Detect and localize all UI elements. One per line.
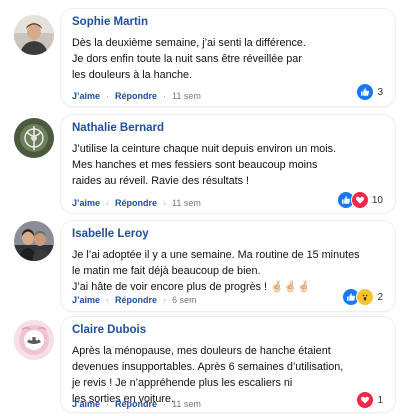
avatar-photo — [14, 221, 54, 261]
separator-dot: · — [163, 198, 167, 208]
heart-icon — [356, 391, 375, 409]
comment-text: Après la ménopause, mes douleurs de hanc… — [72, 345, 344, 405]
separator-dot: · — [106, 91, 110, 101]
reaction-count: 3 — [377, 86, 383, 98]
reply-button[interactable]: Répondre — [115, 295, 157, 305]
reaction-summary[interactable]: 1 — [356, 391, 383, 409]
comment-text: Dès la deuxième semaine, j’ai senti la d… — [72, 37, 306, 81]
comment-actions: J’aime · Répondre · 11 sem — [72, 198, 201, 208]
separator-dot: · — [106, 399, 110, 409]
timestamp: 6 sem — [172, 295, 197, 305]
comment-bubble: Sophie Martin Dès la deuxième semaine, j… — [61, 9, 395, 106]
reaction-count: 10 — [371, 194, 383, 206]
commenter-name[interactable]: Sophie Martin — [72, 16, 148, 28]
timestamp: 11 sem — [172, 91, 201, 101]
reaction-summary[interactable]: 3 — [356, 83, 383, 101]
reply-button[interactable]: Répondre — [115, 198, 157, 208]
avatar-photo — [14, 118, 54, 158]
like-button[interactable]: J’aime — [72, 295, 100, 305]
avatar-photo — [14, 320, 54, 360]
comment-bubble: Nathalie Bernard J’utilise la ceinture c… — [61, 115, 395, 213]
timestamp: 11 sem — [172, 399, 201, 409]
like-button[interactable]: J’aime — [72, 91, 100, 101]
commenter-name[interactable]: Isabelle Leroy — [72, 228, 149, 240]
separator-dot: · — [106, 198, 110, 208]
comment-actions: J’aime · Répondre · 11 sem — [72, 91, 201, 101]
comment-bubble: Isabelle Leroy Je l’ai adoptée il y a un… — [61, 221, 395, 311]
commenter-name[interactable]: Nathalie Bernard — [72, 122, 164, 134]
avatar-photo — [14, 15, 54, 55]
reaction-count: 2 — [377, 291, 383, 303]
like-button[interactable]: J’aime — [72, 399, 100, 409]
reply-button[interactable]: Répondre — [115, 399, 157, 409]
separator-dot: · — [163, 399, 167, 409]
reaction-summary[interactable]: 2 — [342, 288, 383, 306]
avatar[interactable] — [14, 320, 54, 360]
commenter-name[interactable]: Claire Dubois — [72, 324, 146, 336]
comment-actions: J’aime · Répondre · 6 sem — [72, 295, 197, 305]
wow-face-icon — [356, 288, 375, 306]
comment-bubble: Claire Dubois Après la ménopause, mes do… — [61, 317, 395, 412]
timestamp: 11 sem — [172, 198, 201, 208]
comment-actions: J’aime · Répondre · 11 sem — [72, 399, 201, 409]
comment-text: Je l’ai adoptée il y a une semaine. Ma r… — [72, 249, 360, 293]
thumbs-up-icon — [356, 83, 375, 101]
reaction-summary[interactable]: 10 — [336, 191, 383, 209]
avatar[interactable] — [14, 15, 54, 55]
separator-dot: · — [106, 295, 110, 305]
reply-button[interactable]: Répondre — [115, 91, 157, 101]
avatar[interactable] — [14, 221, 54, 261]
like-button[interactable]: J’aime — [72, 198, 100, 208]
avatar[interactable] — [14, 118, 54, 158]
comment-text: J’utilise la ceinture chaque nuit depuis… — [72, 143, 337, 187]
separator-dot: · — [163, 91, 167, 101]
heart-icon — [350, 191, 369, 209]
reaction-count: 1 — [377, 394, 383, 406]
separator-dot: · — [163, 295, 167, 305]
